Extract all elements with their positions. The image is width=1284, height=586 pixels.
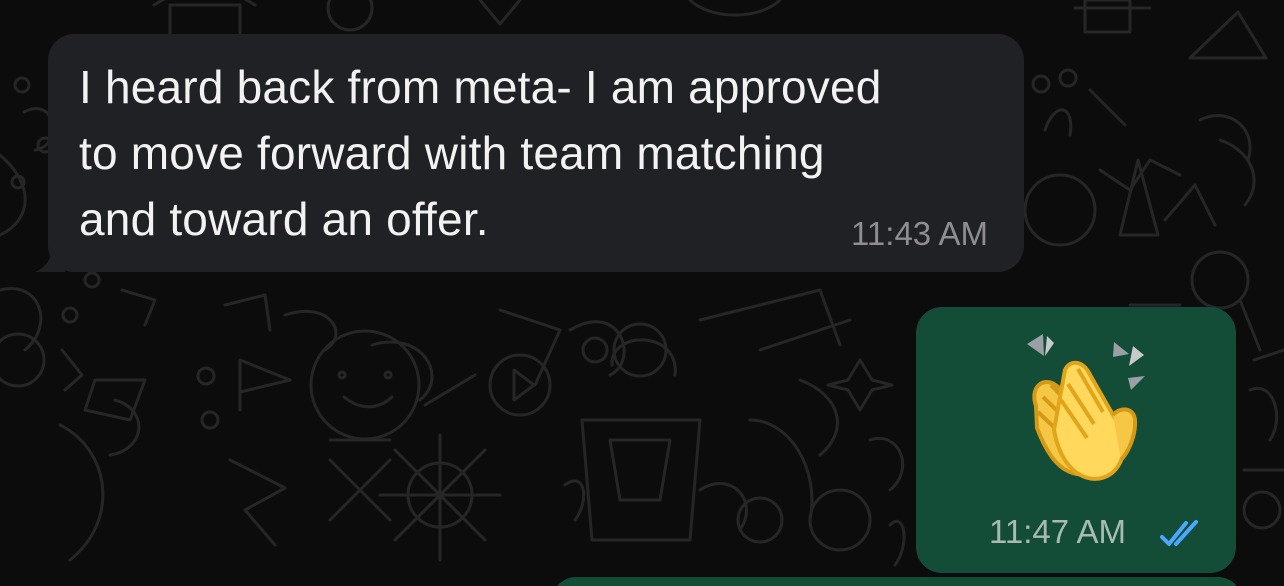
double-check-icon — [1160, 520, 1198, 546]
outgoing-message-bubble[interactable]: 11:47 AM — [916, 307, 1236, 573]
message-text: I heard back from meta- I am approved to… — [79, 61, 882, 245]
incoming-message-bubble[interactable]: I heard back from meta- I am approved to… — [48, 34, 1024, 272]
next-outgoing-message-bubble[interactable] — [552, 577, 1242, 586]
clapping-hands-emoji — [1027, 334, 1145, 481]
message-timestamp: 11:43 AM — [851, 215, 988, 252]
chat-background: I heard back from meta- I am approved to… — [0, 0, 1284, 586]
message-timestamp: 11:47 AM — [989, 513, 1126, 550]
